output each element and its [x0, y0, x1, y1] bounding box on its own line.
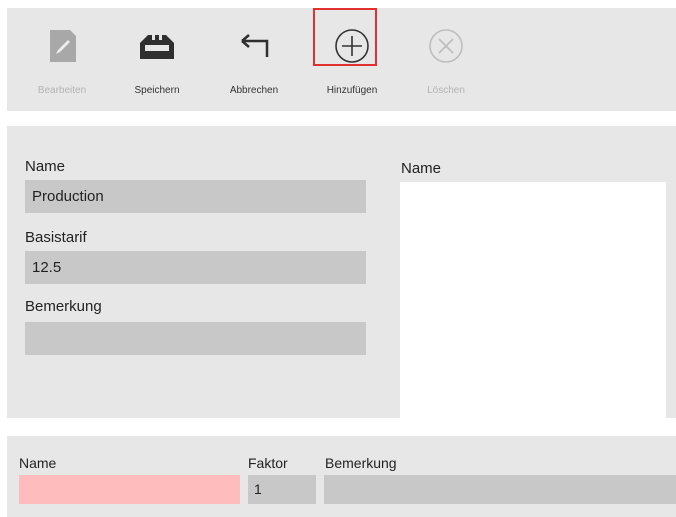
add-button-label: Hinzufügen: [326, 85, 378, 96]
detail-form: Name Production Basistarif 12.5 Bemerkun…: [7, 126, 676, 418]
undo-arrow-icon: [241, 34, 269, 57]
cancel-button[interactable]: Abbrechen: [212, 8, 296, 111]
cancel-button-label: Abbrechen: [229, 85, 279, 96]
delete-circle-icon: [429, 29, 463, 63]
save-tray-icon: [140, 32, 174, 59]
grid-header-faktor: Faktor: [248, 455, 288, 471]
edit-button-label: Bearbeiten: [37, 85, 87, 96]
bemerkung-field[interactable]: [25, 322, 366, 355]
name-listbox[interactable]: [400, 182, 666, 418]
edit-icon: [50, 30, 76, 62]
edit-button[interactable]: Bearbeiten: [17, 8, 107, 111]
save-button[interactable]: Speichern: [115, 8, 199, 111]
list-header: Name: [401, 160, 442, 177]
delete-button-label: Löschen: [427, 85, 465, 96]
grid-header-name: Name: [19, 455, 57, 471]
basistarif-field[interactable]: 12.5: [25, 251, 366, 284]
name-label: Name: [25, 158, 66, 175]
grid-cell-bemerkung[interactable]: [324, 475, 676, 504]
name-field[interactable]: Production: [25, 180, 366, 213]
factor-grid: Name Faktor Bemerkung 1: [7, 436, 676, 517]
grid-header-bemerkung: Bemerkung: [325, 455, 397, 471]
bemerkung-label: Bemerkung: [25, 298, 102, 315]
basistarif-label: Basistarif: [25, 229, 87, 246]
grid-cell-name[interactable]: [19, 475, 240, 504]
save-button-label: Speichern: [134, 85, 180, 96]
add-button-highlight: [313, 8, 377, 66]
delete-button[interactable]: Löschen: [404, 8, 488, 111]
grid-cell-faktor[interactable]: 1: [248, 475, 316, 504]
